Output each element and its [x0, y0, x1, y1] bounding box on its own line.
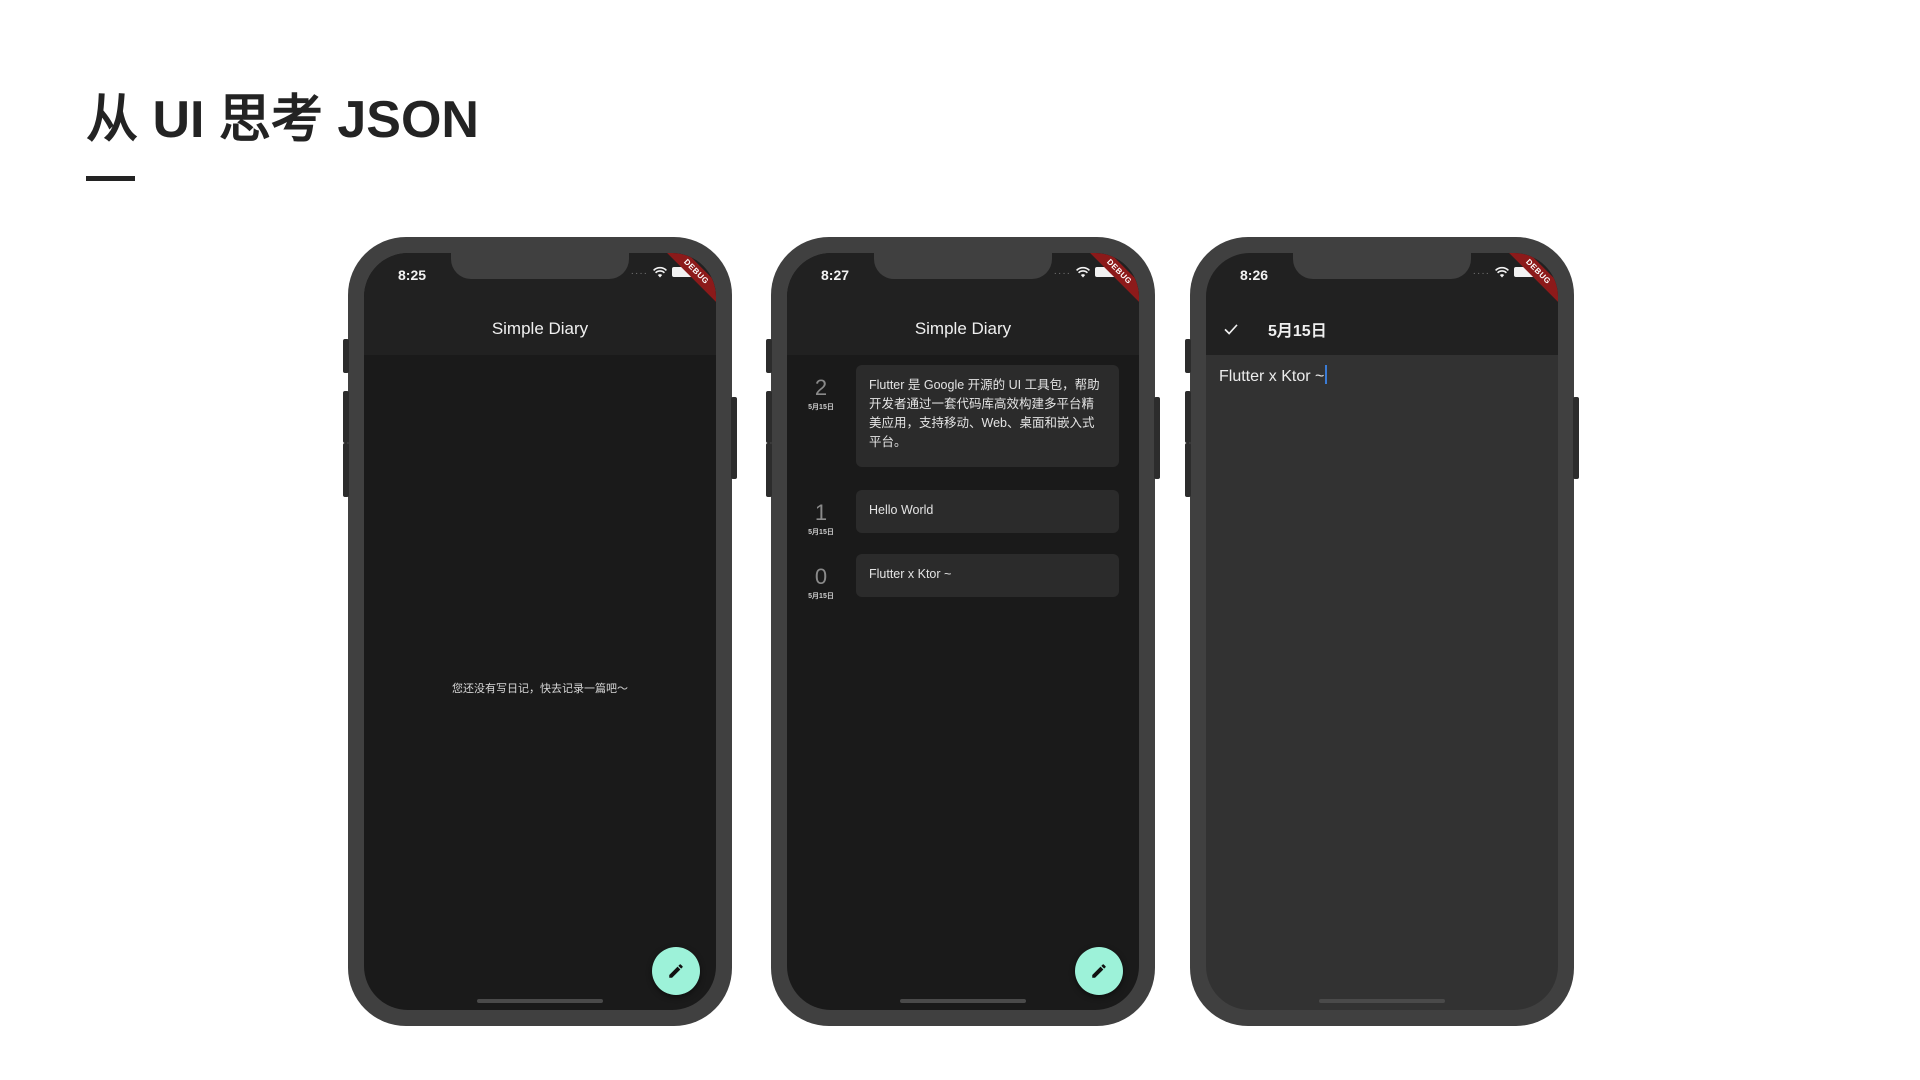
- status-time: 8:27: [821, 267, 850, 283]
- diary-date: 5月15日: [808, 593, 834, 600]
- signal-icon: ····: [630, 268, 648, 279]
- power-button: [1154, 397, 1160, 479]
- status-time: 8:25: [398, 267, 427, 283]
- signal-icon: ····: [1472, 268, 1490, 279]
- editor-date-title: 5月15日: [1268, 323, 1327, 340]
- mute-switch: [766, 339, 772, 373]
- diary-card[interactable]: Flutter x Ktor ~: [856, 554, 1119, 597]
- diary-item[interactable]: 1 5月15日 Hello World: [787, 490, 1139, 537]
- phone-diary-list: 8:27 ···· DEBUG Simple Diary 2 5月15日 Flu…: [766, 237, 1160, 1026]
- phone-diary-editor: 8:26 ···· DEBUG 5月15日 Flutter x Ktor ~: [1185, 237, 1579, 1026]
- home-indicator: [1319, 999, 1445, 1003]
- notch: [451, 253, 629, 279]
- phone-screen: 8:27 ···· DEBUG Simple Diary 2 5月15日 Flu…: [787, 253, 1139, 1010]
- slide-title: 从 UI 思考 JSON: [86, 91, 479, 149]
- wifi-icon: [653, 266, 667, 278]
- mute-switch: [343, 339, 349, 373]
- check-icon[interactable]: [1222, 320, 1240, 338]
- status-bar: 8:27 ···· DEBUG: [787, 253, 1139, 311]
- notch: [1293, 253, 1471, 279]
- volume-up-button: [1185, 391, 1191, 443]
- status-time: 8:26: [1240, 267, 1269, 283]
- mute-switch: [1185, 339, 1191, 373]
- volume-up-button: [343, 391, 349, 443]
- power-button: [731, 397, 737, 479]
- power-button: [1573, 397, 1579, 479]
- volume-down-button: [766, 443, 772, 497]
- app-bar-title: Simple Diary: [914, 319, 1012, 338]
- new-diary-button[interactable]: [652, 947, 700, 995]
- home-indicator: [900, 999, 1026, 1003]
- home-indicator: [477, 999, 603, 1003]
- phone-screen: 8:25 ···· DEBUG Simple Diary 您还没有写日记，快去记…: [364, 253, 716, 1010]
- diary-card[interactable]: Hello World: [856, 490, 1119, 533]
- pencil-icon: [669, 964, 683, 978]
- diary-text-value: Flutter x Ktor ~: [1219, 368, 1325, 385]
- status-bar: 8:25 ···· DEBUG: [364, 253, 716, 311]
- title-underline: [86, 176, 135, 181]
- volume-down-button: [343, 443, 349, 497]
- pencil-icon: [1092, 964, 1106, 978]
- notch: [874, 253, 1052, 279]
- empty-state-message: 您还没有写日记，快去记录一篇吧～: [452, 683, 628, 695]
- diary-date: 5月15日: [808, 529, 834, 536]
- diary-card[interactable]: Flutter 是 Google 开源的 UI 工具包，帮助开发者通过一套代码库…: [856, 365, 1119, 467]
- phone-screen: 8:26 ···· DEBUG 5月15日 Flutter x Ktor ~: [1206, 253, 1558, 1010]
- app-bar: Simple Diary: [787, 303, 1139, 355]
- signal-icon: ····: [1053, 268, 1071, 279]
- volume-down-button: [1185, 443, 1191, 497]
- text-cursor: [1325, 365, 1328, 384]
- volume-up-button: [766, 391, 772, 443]
- diary-date: 5月15日: [808, 404, 834, 411]
- diary-text-input[interactable]: Flutter x Ktor ~: [1219, 365, 1328, 386]
- app-bar: Simple Diary: [364, 303, 716, 355]
- diary-index: 2: [814, 375, 828, 400]
- status-bar: 8:26 ···· DEBUG: [1206, 253, 1558, 311]
- wifi-icon: [1495, 266, 1509, 278]
- diary-item[interactable]: 0 5月15日 Flutter x Ktor ~: [787, 554, 1139, 601]
- app-bar-title: Simple Diary: [491, 319, 589, 338]
- diary-item[interactable]: 2 5月15日 Flutter 是 Google 开源的 UI 工具包，帮助开发…: [787, 365, 1139, 467]
- diary-index: 0: [814, 564, 828, 589]
- wifi-icon: [1076, 266, 1090, 278]
- phone-empty-state: 8:25 ···· DEBUG Simple Diary 您还没有写日记，快去记…: [343, 237, 737, 1026]
- app-bar: 5月15日: [1206, 303, 1558, 355]
- diary-index: 1: [814, 500, 828, 525]
- new-diary-button[interactable]: [1075, 947, 1123, 995]
